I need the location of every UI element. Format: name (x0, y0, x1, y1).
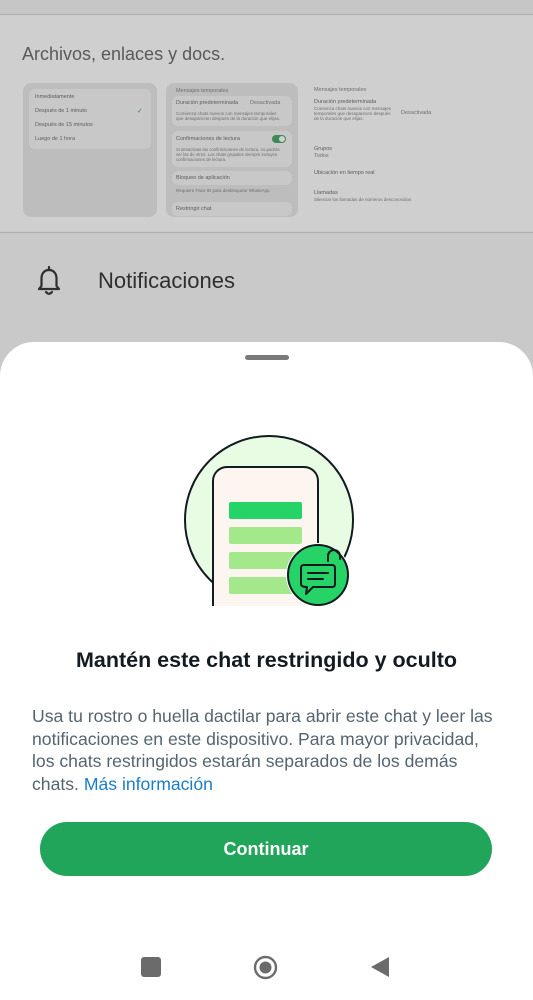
circle-icon[interactable] (253, 955, 278, 980)
duration-description: Comienza chats nuevos con mensajes tempo… (314, 106, 392, 121)
media-thumbnail-3[interactable]: Mensajes temporales Duración predetermin… (308, 83, 432, 217)
calls-label: Llamadas (314, 190, 338, 196)
live-location-label: Ubicación en tiempo real (314, 170, 375, 176)
media-thumbnail-2[interactable]: Mensajes temporales Duración predetermin… (166, 83, 298, 217)
option-15-minutes: Después de 15 minutos (35, 122, 93, 128)
option-immediately: Inmediatamente (35, 94, 75, 100)
drag-handle[interactable] (245, 355, 289, 360)
app-lock-description: Requiere Face ID para desbloquear WhatsA… (176, 188, 271, 193)
duration-label: Duración predeterminada (176, 100, 239, 106)
bell-icon (37, 266, 61, 295)
media-thumbnail-1[interactable]: Inmediatamente Después de 1 minuto ✓ Des… (23, 83, 157, 217)
option-1-hour: Luego de 1 hora (35, 136, 76, 142)
sheet-description: Usa tu rostro o huella dactilar para abr… (32, 705, 502, 795)
read-receipts-toggle (272, 135, 286, 143)
section-label: Mensajes temporales (314, 87, 367, 93)
option-1-minute: Después de 1 minuto (35, 108, 87, 114)
notifications-row[interactable] (0, 233, 533, 343)
sheet-title: Mantén este chat restringido y oculto (75, 648, 458, 672)
duration-value: Desactivada (401, 110, 432, 116)
calls-description: Silenciar los llamadas de números descon… (314, 197, 412, 202)
status-area (0, 0, 533, 15)
app-lock-label: Bloqueo de aplicación (176, 175, 230, 181)
check-icon: ✓ (137, 108, 143, 115)
duration-label: Duración predeterminada (314, 99, 377, 105)
groups-label: Grupos (314, 146, 333, 152)
duration-value: Desactivada (250, 100, 281, 106)
continue-button[interactable]: Continuar (40, 822, 492, 876)
read-receipts-description: Si desactivas las confirmaciones de lect… (176, 147, 280, 162)
locked-chat-illustration (184, 435, 354, 606)
read-receipts-label: Confirmaciones de lectura (176, 136, 240, 142)
groups-value: Todos (314, 153, 329, 159)
more-info-link[interactable]: Más información (84, 774, 213, 794)
square-icon[interactable] (141, 957, 161, 977)
section-label: Mensajes temporales (176, 88, 229, 94)
restrict-chat-label: Restringir chat (176, 206, 212, 212)
duration-description: Comienza chats nuevos con mensajes tempo… (176, 111, 281, 121)
media-section-title[interactable]: Archivos, enlaces y docs. (22, 44, 225, 65)
notifications-label: Notificaciones (98, 268, 235, 293)
restricted-chat-sheet: Mantén este chat restringido y oculto Us… (0, 342, 533, 1000)
triangle-back-icon[interactable] (370, 956, 390, 978)
